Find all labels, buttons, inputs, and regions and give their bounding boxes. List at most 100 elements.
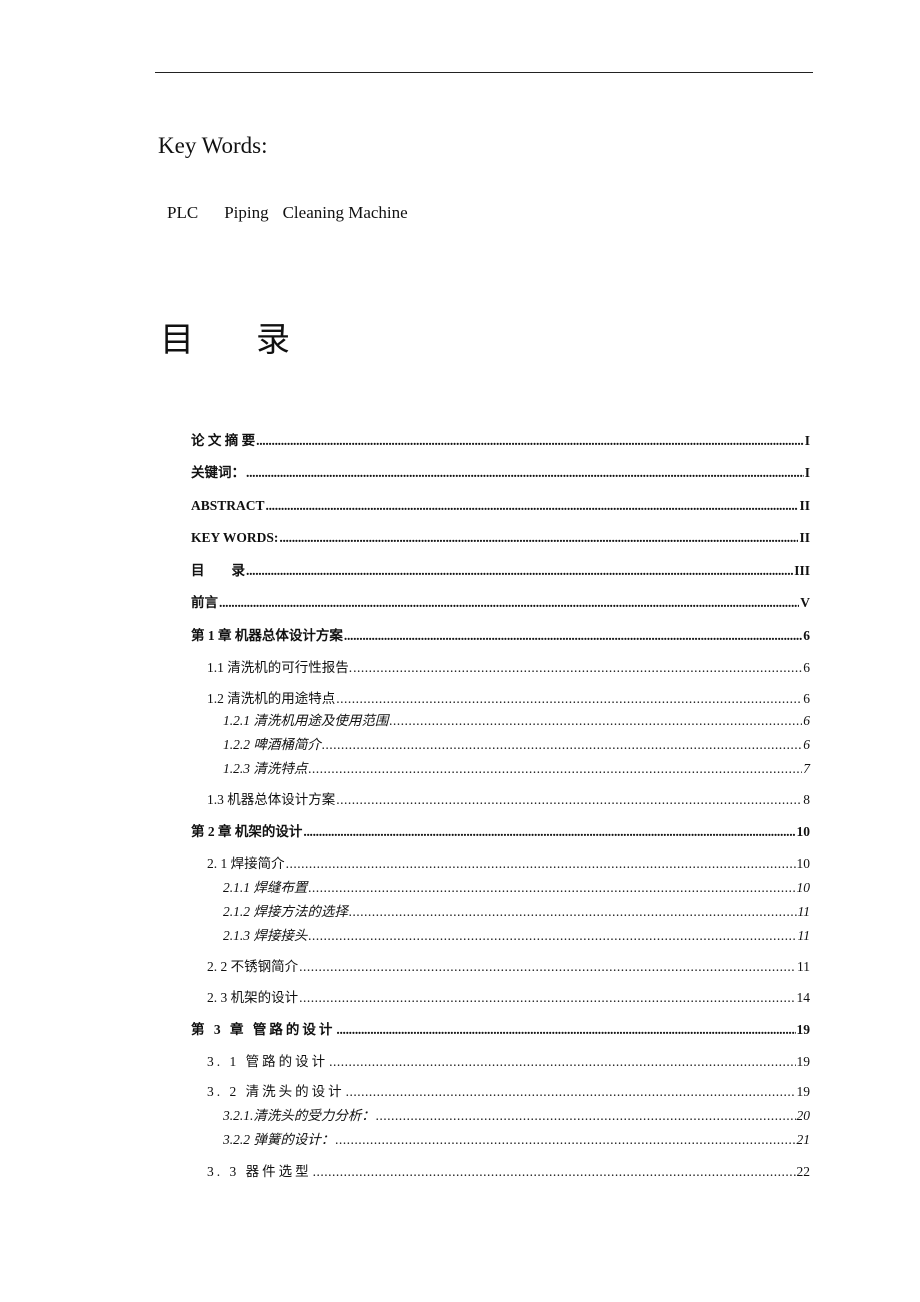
- toc-entry-page: 19: [796, 1022, 811, 1037]
- toc-entry-label: 2.1.2 焊接方法的选择: [223, 904, 348, 919]
- toc-leader-dots: [246, 562, 793, 580]
- toc-entry[interactable]: 1.2 清洗机的用途特点 6: [191, 690, 810, 708]
- toc-title-char: 录: [256, 320, 290, 360]
- toc-entry[interactable]: 第 3 章 管路的设计 19: [191, 1021, 810, 1039]
- toc-entry-page: 10: [796, 856, 811, 871]
- toc-entry-page: 7: [803, 761, 810, 776]
- toc-entry-page: 11: [797, 959, 810, 974]
- toc-entry-label: ABSTRACT: [191, 498, 265, 513]
- toc-entry-label: 2.1.1 焊缝布置: [223, 880, 308, 895]
- toc-entry-page: 8: [803, 792, 810, 807]
- toc-entry-label: 第 3 章 管路的设计: [191, 1022, 336, 1037]
- toc-entry[interactable]: 目 录 III: [191, 562, 810, 580]
- keyword-item: Cleaning Machine: [282, 203, 408, 222]
- toc-entry-page: 6: [803, 737, 810, 752]
- toc-entry[interactable]: 3. 3 器件选型 22: [191, 1163, 810, 1181]
- toc-leader-dots: [266, 497, 799, 515]
- toc-entry[interactable]: 2.1.1 焊缝布置 10: [191, 879, 810, 897]
- toc-leader-dots: [279, 529, 798, 547]
- toc-entry[interactable]: 2.1.2 焊接方法的选择 11: [191, 903, 810, 921]
- toc-entry[interactable]: 2. 1 焊接简介 10: [191, 855, 810, 873]
- toc-entry-page: 6: [803, 691, 810, 706]
- toc-entry-label: 2.1.3 焊接接头: [223, 928, 308, 943]
- toc-entry[interactable]: 3. 1 管路的设计 19: [191, 1053, 810, 1071]
- toc-entry-page: 19: [796, 1084, 811, 1099]
- toc-entry-label: 前言: [191, 595, 218, 610]
- toc-entry[interactable]: KEY WORDS: II: [191, 529, 810, 547]
- toc-entry[interactable]: 论 文 摘 要I: [191, 432, 810, 450]
- toc-entry-label: 1.2.3 清洗特点: [223, 761, 308, 776]
- toc-leader-dots: [344, 627, 802, 645]
- toc-leader-dots: [346, 1083, 796, 1101]
- toc-leader-dots: [389, 712, 802, 730]
- toc-entry[interactable]: 1.3 机器总体设计方案 8: [191, 791, 810, 809]
- toc-entry-label: KEY WORDS:: [191, 530, 279, 545]
- toc-entry-page: 22: [796, 1164, 811, 1179]
- toc-entry-label: 1.2 清洗机的用途特点: [207, 691, 336, 706]
- toc-leader-dots: [219, 594, 799, 612]
- toc-title: 目录: [160, 312, 290, 361]
- toc-entry[interactable]: 3.2.2 弹簧的设计： 21: [191, 1131, 810, 1149]
- toc-entry-label: 目 录: [191, 563, 245, 578]
- toc-leader-dots: [256, 432, 804, 450]
- toc-entry[interactable]: 1.1 清洗机的可行性报告. 6: [191, 659, 810, 677]
- toc-entry[interactable]: 前言 V: [191, 594, 810, 612]
- toc-entry-label: 第 2 章 机架的设计: [191, 824, 303, 839]
- toc-entry-label: 1.2.2 啤酒桶简介: [223, 737, 321, 752]
- toc-entry[interactable]: 1.2.3 清洗特点 7: [191, 760, 810, 778]
- toc-entry-label: 3. 3 器件选型: [207, 1164, 312, 1179]
- toc-leader-dots: [308, 879, 795, 897]
- toc-entry-label: 2. 1 焊接简介: [207, 856, 285, 871]
- toc-entry[interactable]: 第 2 章 机架的设计 10: [191, 823, 810, 841]
- toc-entry-label: 3. 2 清洗头的设计: [207, 1084, 345, 1099]
- toc-entry[interactable]: 2. 3 机架的设计 14: [191, 989, 810, 1007]
- toc-entry-page: 14: [796, 990, 811, 1005]
- toc-entry[interactable]: 关键词： I: [191, 464, 810, 482]
- toc-entry[interactable]: 1.2.2 啤酒桶简介 6: [191, 736, 810, 754]
- toc-entry-page: 11: [797, 928, 811, 943]
- toc-entry[interactable]: 1.2.1 清洗机用途及使用范围 6: [191, 712, 810, 730]
- toc-entry-label: 2. 2 不锈钢简介: [207, 959, 299, 974]
- toc-entry[interactable]: 3. 2 清洗头的设计 19: [191, 1083, 810, 1101]
- toc-leader-dots: [322, 736, 802, 754]
- toc-entry[interactable]: 2.1.3 焊接接头 11: [191, 927, 810, 945]
- toc-entry-page: II: [799, 498, 810, 513]
- toc-entry[interactable]: ABSTRACT II: [191, 497, 810, 515]
- toc-entry-page: I: [804, 465, 810, 480]
- toc-entry-page: 21: [796, 1132, 811, 1147]
- toc-leader-dots: [336, 690, 802, 708]
- toc-leader-dots: [308, 760, 802, 778]
- toc-entry-page: 20: [796, 1108, 811, 1123]
- toc-entry-page: 10: [796, 880, 811, 895]
- toc-leader-dots: [299, 958, 796, 976]
- toc-entry-page: III: [794, 563, 810, 578]
- keyword-item: PLC: [167, 203, 199, 222]
- toc-entry-label: 3. 1 管路的设计: [207, 1054, 329, 1069]
- keywords-heading: Key Words:: [158, 133, 268, 158]
- toc-leader-dots: [329, 1053, 795, 1071]
- toc-entry-label: 1.2.1 清洗机用途及使用范围: [223, 713, 389, 728]
- toc-entry[interactable]: 3.2.1.清洗头的受力分析： 20: [191, 1107, 810, 1125]
- toc-entry-page: II: [799, 530, 810, 545]
- header-rule: [155, 72, 813, 73]
- toc-entry[interactable]: 2. 2 不锈钢简介 11: [191, 958, 810, 976]
- toc-entry[interactable]: 第 1 章 机器总体设计方案 6: [191, 627, 810, 645]
- toc-entry-label: 关键词：: [191, 465, 245, 480]
- toc-entry-page: V: [800, 595, 810, 610]
- toc-entry-page: 19: [796, 1054, 811, 1069]
- toc-leader-dots: [246, 464, 804, 482]
- toc-leader-dots: [335, 1131, 795, 1149]
- toc-entry-page: 11: [797, 904, 811, 919]
- toc-leader-dots: [336, 791, 802, 809]
- toc-entry-label: 3.2.2 弹簧的设计：: [223, 1132, 335, 1147]
- toc-entry-label: 1.1 清洗机的可行性报告.: [207, 660, 353, 675]
- toc-leader-dots: [299, 989, 795, 1007]
- toc-entry-page: 6: [803, 628, 810, 643]
- toc-leader-dots: [336, 1021, 795, 1039]
- toc-leader-dots: [303, 823, 795, 841]
- toc-leader-dots: [286, 855, 796, 873]
- toc-entry-page: 6: [803, 713, 810, 728]
- toc-entry-page: 10: [796, 824, 811, 839]
- keywords-list: PLC Piping Cleaning Machine: [167, 203, 408, 223]
- toc-entry-label: 论 文 摘 要: [191, 433, 256, 448]
